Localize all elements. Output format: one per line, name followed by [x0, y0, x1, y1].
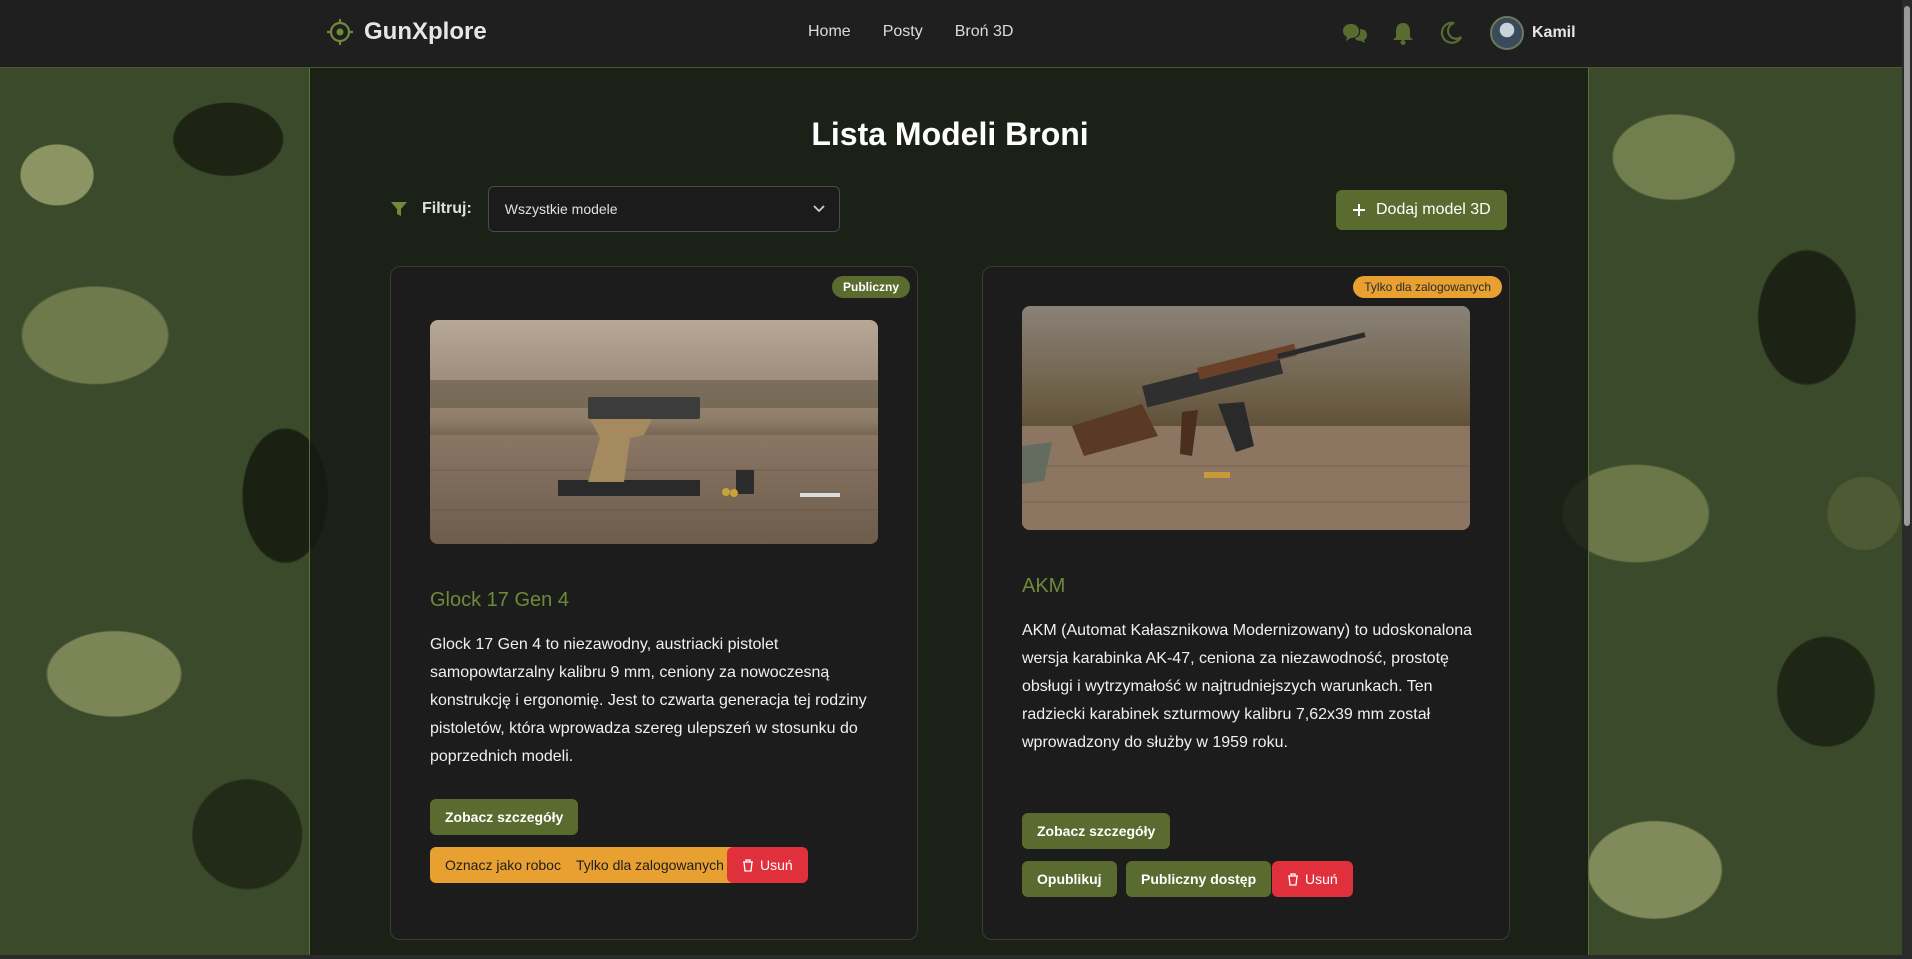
delete-label: Usuń [760, 857, 793, 873]
weapon-description: AKM (Automat Kałasznikowa Modernizowany)… [1022, 622, 1473, 751]
filter-select[interactable]: Wszystkie modele [487, 186, 840, 232]
brand[interactable]: GunXplore [326, 18, 487, 46]
status-badge: Publiczny [831, 276, 910, 298]
weapon-image-akm [1022, 306, 1470, 530]
filter-label: Filtruj: [422, 200, 472, 217]
weapon-description: Glock 17 Gen 4 to niezawodny, austriacki… [430, 636, 867, 765]
moon-icon[interactable] [1438, 20, 1464, 46]
add-3d-model-button[interactable]: Dodaj model 3D [1336, 190, 1507, 230]
view-details-button[interactable]: Zobacz szczegóły [1022, 813, 1171, 849]
filter-icon [391, 202, 407, 216]
nav-actions: Kamil [1342, 16, 1576, 50]
logged-only-button[interactable]: Tylko dla zalogowanych [561, 847, 739, 883]
public-access-button[interactable]: Publiczny dostęp [1126, 861, 1272, 897]
scrollbar-thumb[interactable] [1904, 6, 1910, 526]
nav-link-3d-weapons[interactable]: Broń 3D [955, 23, 1014, 41]
view-details-label: Zobacz szczegóły [1037, 823, 1156, 839]
mark-as-draft-label: Oznacz jako roboczy [445, 857, 575, 873]
main-panel: Lista Modeli Broni Filtruj: Wszystkie mo… [309, 68, 1589, 959]
nav-links: Home Posty Broń 3D [808, 23, 1013, 41]
top-navbar: GunXplore Home Posty Broń 3D Kamil [0, 0, 1902, 68]
weapon-title: AKM [1022, 575, 1066, 597]
trash-icon [1288, 872, 1298, 886]
filter-bar: Filtruj: Wszystkie modele [390, 186, 840, 232]
public-access-label: Publiczny dostęp [1141, 871, 1257, 887]
chat-icon[interactable] [1342, 20, 1368, 46]
crosshair-logo-icon [327, 19, 353, 45]
trash-icon [743, 858, 753, 872]
delete-label: Usuń [1305, 871, 1338, 887]
nav-link-posts[interactable]: Posty [883, 23, 923, 41]
view-details-button[interactable]: Zobacz szczegóły [430, 799, 579, 835]
vertical-scrollbar[interactable] [1902, 0, 1912, 959]
filter-select-value: Wszystkie modele [504, 201, 618, 217]
brand-name: GunXplore [364, 18, 487, 45]
page-title: Lista Modeli Broni [811, 116, 1089, 152]
weapon-title: Glock 17 Gen 4 [430, 589, 569, 611]
view-details-label: Zobacz szczegóły [445, 809, 564, 825]
publish-button[interactable]: Opublikuj [1022, 861, 1117, 897]
user-name: Kamil [1532, 24, 1576, 41]
nav-link-home[interactable]: Home [808, 23, 851, 41]
avatar [1490, 16, 1524, 50]
weapon-image-glock [430, 320, 878, 544]
horizontal-scrollbar [0, 955, 1902, 959]
status-badge: Tylko dla zalogowanych [1353, 276, 1502, 298]
bell-icon[interactable] [1390, 20, 1416, 46]
weapon-card-akm: Tylko dla zalogowanych AKM AKM (Automat … [982, 266, 1510, 940]
delete-button[interactable]: Usuń [727, 847, 808, 883]
delete-button[interactable]: Usuń [1272, 861, 1353, 897]
chevron-down-icon [813, 205, 825, 213]
publish-label: Opublikuj [1037, 871, 1102, 887]
logged-only-label: Tylko dla zalogowanych [576, 857, 724, 873]
user-menu[interactable]: Kamil [1490, 16, 1576, 50]
weapon-card-glock: Publiczny Glock 17 Gen 4 Glock 17 Gen 4 … [390, 266, 918, 940]
plus-icon [1353, 204, 1365, 216]
add-3d-model-label: Dodaj model 3D [1376, 201, 1491, 218]
